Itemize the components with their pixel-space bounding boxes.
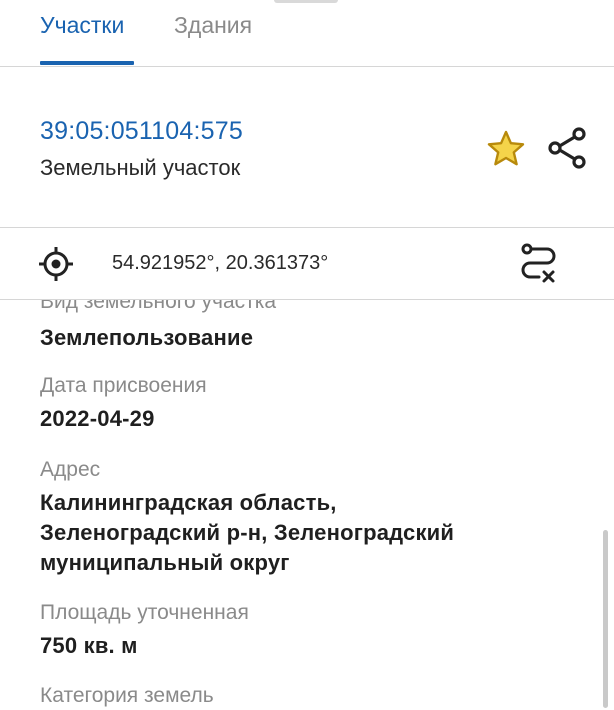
scrollbar[interactable]	[603, 530, 608, 708]
assignment-date-label: Дата присвоения	[40, 374, 207, 397]
parcel-type: Земельный участок	[40, 155, 241, 180]
parcel-details: Вид земельного участка Землепользование …	[0, 300, 614, 710]
area-value: 750 кв. м	[40, 633, 138, 658]
target-icon[interactable]	[38, 246, 74, 282]
route-button[interactable]	[517, 241, 561, 285]
address-label: Адрес	[40, 458, 101, 481]
route-clear-icon	[521, 243, 556, 283]
tab-parcels[interactable]: Участки	[40, 12, 124, 39]
field-address: Адрес Калининградская область, Зеленогра…	[40, 456, 560, 578]
address-line-3: муниципальный округ	[40, 550, 290, 575]
star-icon	[487, 130, 525, 166]
address-line-2: Зеленоградский р-н, Зеленоградский	[40, 520, 455, 545]
land-kind-label: Вид земельного участка	[40, 300, 277, 313]
coordinates-bar: 54.921952°, 20.361373°	[0, 228, 614, 300]
field-land-category: Категория земель	[40, 682, 560, 710]
field-land-kind: Вид земельного участка Землепользование	[40, 300, 560, 353]
field-assignment-date: Дата присвоения 2022-04-29	[40, 372, 560, 434]
tab-buildings[interactable]: Здания	[174, 12, 252, 39]
area-label: Площадь уточненная	[40, 601, 249, 624]
coordinates-text[interactable]: 54.921952°, 20.361373°	[112, 252, 328, 275]
assignment-date-value: 2022-04-29	[40, 406, 155, 431]
field-area: Площадь уточненная 750 кв. м	[40, 599, 560, 661]
share-button[interactable]	[546, 127, 588, 169]
land-category-label: Категория земель	[40, 684, 214, 707]
active-tab-indicator	[40, 61, 134, 65]
address-line-1: Калининградская область,	[40, 490, 337, 515]
land-kind-value: Землепользование	[40, 325, 254, 350]
parcel-header: 39:05:051104:575 Земельный участок	[0, 67, 614, 228]
tab-bar: Участки Здания	[0, 0, 614, 67]
share-icon	[548, 127, 586, 169]
favorite-button[interactable]	[486, 129, 526, 169]
cadastral-number[interactable]: 39:05:051104:575	[40, 117, 243, 146]
